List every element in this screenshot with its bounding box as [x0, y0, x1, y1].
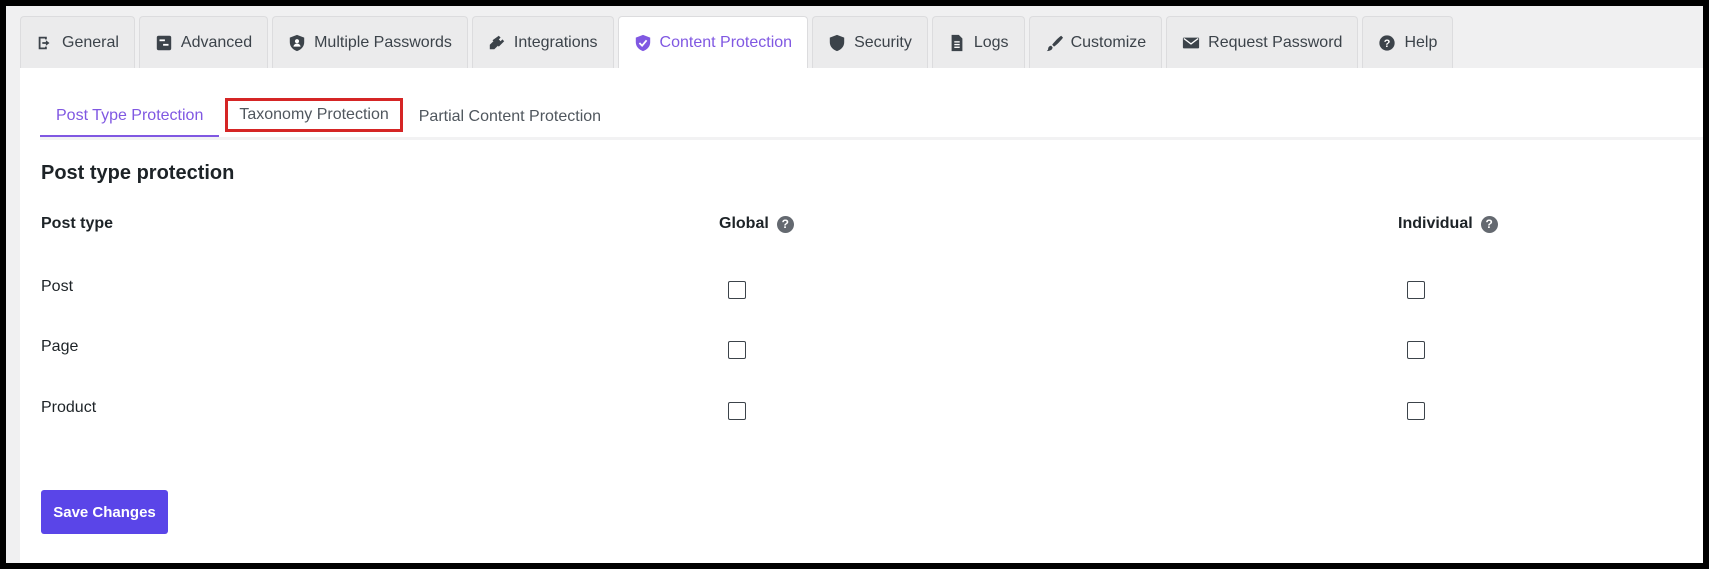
subtab-taxonomy-protection[interactable]: Taxonomy Protection [225, 98, 403, 132]
tab-security[interactable]: Security [812, 16, 928, 68]
tab-label: Integrations [513, 33, 598, 51]
row-label-page: Page [41, 338, 79, 355]
tab-multiple-passwords[interactable]: Multiple Passwords [272, 16, 468, 68]
column-header-global: Global ? [719, 215, 794, 233]
content-protection-panel: Post Type Protection Taxonomy Protection… [20, 68, 1703, 563]
shield-icon [828, 34, 846, 52]
tab-label: Customize [1070, 33, 1147, 51]
tab-integrations[interactable]: Integrations [471, 16, 614, 68]
shield-users-icon [288, 34, 306, 52]
tab-general[interactable]: General [20, 16, 135, 68]
tab-label: Content Protection [659, 33, 793, 51]
exit-icon [36, 34, 54, 52]
subtab-partial-content-protection[interactable]: Partial Content Protection [403, 96, 617, 138]
advanced-icon [155, 34, 173, 52]
tab-label: General [62, 33, 119, 51]
save-changes-button[interactable]: Save Changes [41, 490, 168, 534]
sub-tab-bar: Post Type Protection Taxonomy Protection… [40, 96, 617, 138]
tab-label: Help [1404, 33, 1438, 51]
row-label-product: Product [41, 399, 97, 416]
app-frame: General Advanced Multiple Passwords Inte… [6, 6, 1703, 563]
subtab-post-type-protection[interactable]: Post Type Protection [40, 96, 220, 138]
column-header-label: Individual [1398, 215, 1473, 232]
tab-label: Request Password [1208, 33, 1343, 51]
tab-help[interactable]: ? Help [1362, 16, 1454, 68]
plug-icon [488, 34, 506, 52]
tab-label: Multiple Passwords [314, 33, 452, 51]
help-icon: ? [1378, 34, 1396, 52]
global-checkbox-page[interactable] [728, 341, 746, 359]
row-label-post: Post [41, 278, 74, 295]
shield-check-icon [634, 34, 652, 52]
individual-checkbox-product[interactable] [1407, 402, 1425, 420]
tab-customize[interactable]: Customize [1028, 16, 1163, 68]
document-icon [948, 34, 966, 52]
tab-request-password[interactable]: Request Password [1166, 16, 1359, 68]
tab-label: Advanced [180, 33, 253, 51]
global-checkbox-post[interactable] [728, 281, 746, 299]
settings-tab-bar: General Advanced Multiple Passwords Inte… [20, 16, 1454, 68]
question-icon[interactable]: ? [1480, 215, 1498, 233]
brush-icon [1045, 34, 1063, 52]
question-icon[interactable]: ? [776, 215, 794, 233]
envelope-icon [1182, 34, 1200, 52]
tab-logs[interactable]: Logs [931, 16, 1025, 68]
column-header-label: Global [719, 215, 769, 232]
tab-label: Security [854, 33, 912, 51]
subtab-divider [40, 137, 1703, 140]
column-header-post-type: Post type [41, 215, 114, 232]
tab-advanced[interactable]: Advanced [138, 16, 269, 68]
tab-label: Logs [973, 33, 1009, 51]
section-title: Post type protection [41, 162, 235, 184]
svg-text:?: ? [1384, 38, 1391, 50]
tab-content-protection[interactable]: Content Protection [617, 16, 809, 68]
individual-checkbox-page[interactable] [1407, 341, 1425, 359]
column-header-individual: Individual ? [1398, 215, 1498, 233]
global-checkbox-product[interactable] [728, 402, 746, 420]
individual-checkbox-post[interactable] [1407, 281, 1425, 299]
